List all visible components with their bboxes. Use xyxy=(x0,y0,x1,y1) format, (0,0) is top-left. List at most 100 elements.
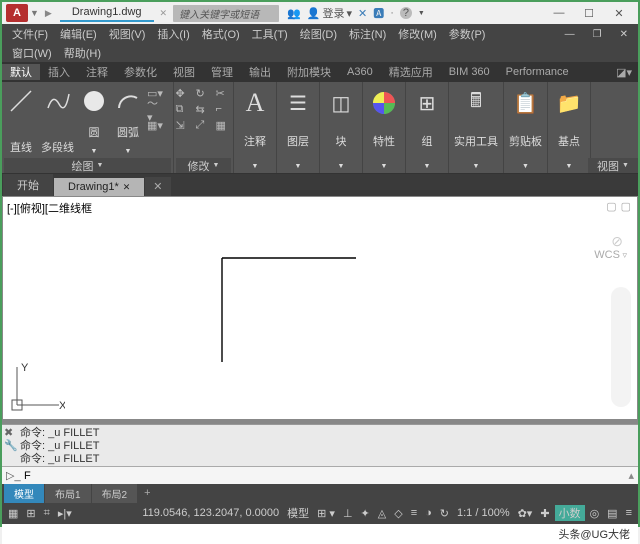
st-trans-icon[interactable]: ◑ xyxy=(422,507,435,519)
hatch-icon[interactable]: ▦▾ xyxy=(147,118,163,132)
tab-close-icon[interactable]: ✕ xyxy=(123,182,131,193)
menu-insert[interactable]: 插入(I) xyxy=(151,26,195,42)
ucs-icon[interactable]: Y X xyxy=(9,361,65,413)
tab-addon[interactable]: 附加模块 xyxy=(279,64,339,80)
app-menu-button[interactable]: A xyxy=(6,4,28,22)
tab-view[interactable]: 视图 xyxy=(165,64,203,80)
compass-icon[interactable]: ⊘ xyxy=(611,233,623,250)
panel-view-title[interactable]: 视图▼ xyxy=(588,158,638,173)
line-button[interactable]: 直线 xyxy=(4,84,38,158)
login-button[interactable]: 👤 登录 ▾ xyxy=(307,5,352,21)
minimize-button[interactable]: — xyxy=(544,5,574,21)
rotate-icon[interactable]: ↻ xyxy=(196,86,212,100)
st-decimal[interactable]: 小数 xyxy=(555,505,585,521)
qat-icon[interactable]: ▶ xyxy=(45,8,52,19)
scale-icon[interactable]: ⤢ xyxy=(196,118,212,132)
help-icon[interactable]: ? xyxy=(400,7,412,19)
move-icon[interactable]: ✥ xyxy=(176,86,192,100)
st-snap-icon[interactable]: ⌗ xyxy=(41,507,53,520)
st-expand-icon[interactable]: ▸|▾ xyxy=(55,507,75,520)
layout-2[interactable]: 布局2 xyxy=(92,484,138,503)
maximize-button[interactable]: ☐ xyxy=(574,5,604,21)
ribbon-dropdown-icon[interactable]: ◪▾ xyxy=(610,66,638,79)
st-menu-icon[interactable]: ≡ xyxy=(623,507,635,519)
viewctrl-icon[interactable]: ▢ xyxy=(621,200,631,213)
menu-params[interactable]: 参数(P) xyxy=(443,26,492,42)
help-drop-icon[interactable]: ▼ xyxy=(418,10,425,17)
tab-a360[interactable]: A360 xyxy=(339,66,381,78)
wcs-label[interactable]: WCS ▿ xyxy=(594,249,627,261)
doc-minimize-icon[interactable]: — xyxy=(559,29,581,40)
utility-button[interactable]: 🖩实用工具▼ xyxy=(451,84,501,173)
st-lw-icon[interactable]: ≡ xyxy=(408,507,420,519)
tab-default[interactable]: 默认 xyxy=(2,64,40,80)
array-icon[interactable]: ▦ xyxy=(216,118,232,132)
menu-tools[interactable]: 工具(T) xyxy=(246,26,294,42)
menu-window[interactable]: 窗口(W) xyxy=(6,45,58,61)
viewport-label[interactable]: [-][俯视][二维线框 xyxy=(7,200,92,216)
panel-draw-title[interactable]: 绘图▼ xyxy=(4,158,171,173)
help-search-input[interactable]: 键入关键字或短语 xyxy=(173,5,279,22)
tab-output[interactable]: 输出 xyxy=(241,64,279,80)
clipboard-button[interactable]: 📋剪贴板▼ xyxy=(506,84,545,173)
st-grid-icon[interactable]: ⊞ xyxy=(23,507,38,520)
st-gear-icon[interactable]: ✿▾ xyxy=(515,507,536,520)
st-target-icon[interactable]: ◎ xyxy=(587,507,603,520)
app-menu-dropdown-icon[interactable]: ▼ xyxy=(30,8,39,18)
spline-icon[interactable]: ～▾ xyxy=(147,102,163,116)
copy-icon[interactable]: ⧉ xyxy=(176,102,192,116)
tab-manage[interactable]: 管理 xyxy=(203,64,241,80)
collaboration-icon[interactable]: 👥 xyxy=(287,7,301,20)
tab-param[interactable]: 参数化 xyxy=(116,64,165,80)
mirror-icon[interactable]: ⇆ xyxy=(196,102,212,116)
menu-modify[interactable]: 修改(M) xyxy=(392,26,443,42)
menu-help[interactable]: 帮助(H) xyxy=(58,45,107,61)
polyline-button[interactable]: 多段线 xyxy=(38,84,77,158)
st-model[interactable]: 模型 xyxy=(284,505,312,521)
app-icon[interactable]: 🅰 xyxy=(373,5,384,21)
st-polar-icon[interactable]: ✦ xyxy=(358,507,373,520)
st-cycle-icon[interactable]: ↻ xyxy=(437,507,452,520)
tab-drawing1[interactable]: Drawing1* ✕ xyxy=(54,178,144,196)
tab-perf[interactable]: Performance xyxy=(498,66,577,78)
menu-file[interactable]: 文件(F) xyxy=(6,26,54,42)
doc-restore-icon[interactable]: ❐ xyxy=(587,29,608,40)
st-more-icon[interactable]: ▤ xyxy=(604,507,620,520)
stretch-icon[interactable]: ⇲ xyxy=(176,118,192,132)
block-button[interactable]: ◫块▼ xyxy=(322,84,360,173)
st-grid2-icon[interactable]: ⊞ ▾ xyxy=(314,507,338,520)
fillet-icon[interactable]: ⌐ xyxy=(216,102,232,116)
cmd-input[interactable]: F xyxy=(24,470,31,482)
close-button[interactable]: ✕ xyxy=(604,5,634,21)
st-scale[interactable]: 1:1 / 100% xyxy=(454,507,513,519)
layout-1[interactable]: 布局1 xyxy=(45,484,91,503)
menu-view[interactable]: 视图(V) xyxy=(103,26,152,42)
circle-button[interactable]: 圆▼ xyxy=(77,84,111,158)
menu-annotate[interactable]: 标注(N) xyxy=(343,26,392,42)
layout-add-button[interactable]: + xyxy=(138,485,156,501)
st-plus-icon[interactable]: ✚ xyxy=(537,507,552,520)
menu-edit[interactable]: 编辑(E) xyxy=(54,26,103,42)
st-ortho-icon[interactable]: ⊥ xyxy=(340,507,356,520)
tab-bim360[interactable]: BIM 360 xyxy=(441,66,498,78)
tab-insert[interactable]: 插入 xyxy=(40,64,78,80)
arc-button[interactable]: 圆弧▼ xyxy=(111,84,145,158)
group-button[interactable]: ⊞组▼ xyxy=(408,84,446,173)
prop-button[interactable]: 特性▼ xyxy=(365,84,403,173)
annot-button[interactable]: A注释▼ xyxy=(236,84,274,173)
st-osnap-icon[interactable]: ◇ xyxy=(391,507,405,520)
menu-format[interactable]: 格式(O) xyxy=(196,26,246,42)
layout-model[interactable]: 模型 xyxy=(4,484,44,503)
cmd-options-icon[interactable]: ✖🔧 xyxy=(4,427,18,453)
st-layout-icon[interactable]: ▦ xyxy=(5,507,21,520)
panel-modify-title[interactable]: 修改▼ xyxy=(176,158,231,173)
doc-close-icon[interactable]: ✕ xyxy=(614,29,634,40)
trim-icon[interactable]: ✂ xyxy=(216,86,232,100)
tab-add-button[interactable]: ✕ xyxy=(145,177,170,196)
exchange-icon[interactable]: ✕ xyxy=(358,7,367,20)
cmd-dropdown-icon[interactable]: ▴ xyxy=(628,469,634,482)
viewcube-icon[interactable]: ▢ xyxy=(606,200,616,213)
tab-annotate[interactable]: 注释 xyxy=(78,64,116,80)
st-iso-icon[interactable]: ◬ xyxy=(375,507,389,520)
menu-draw[interactable]: 绘图(D) xyxy=(294,26,343,42)
